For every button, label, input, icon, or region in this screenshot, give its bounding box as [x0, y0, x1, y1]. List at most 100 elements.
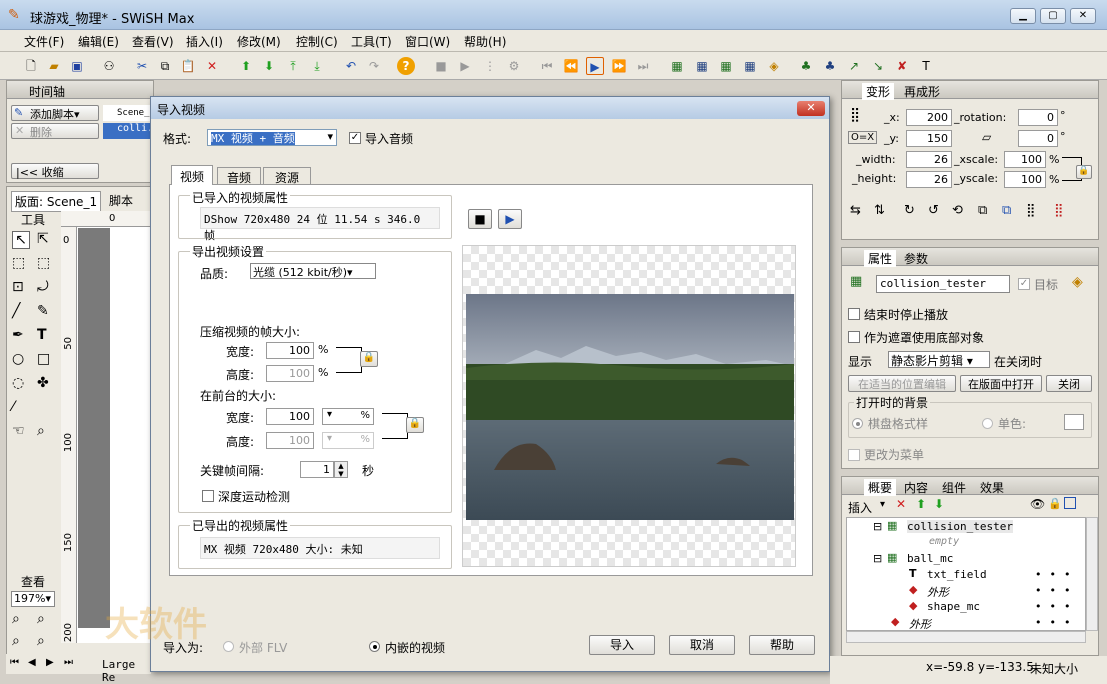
last-frame-icon[interactable]: ⏭: [634, 57, 652, 75]
add-script-button[interactable]: ✎ 添加脚本▾: [11, 105, 99, 121]
eyedropper-tool-icon[interactable]: ⁄: [12, 399, 14, 415]
solid-color-swatch[interactable]: [1064, 414, 1084, 430]
tab-video[interactable]: 视频: [171, 165, 213, 185]
preview-icon[interactable]: ⚇: [100, 57, 118, 75]
select-tool-icon[interactable]: ↖: [12, 231, 30, 249]
stop-icon[interactable]: ■: [432, 57, 450, 75]
first-frame-icon[interactable]: ⏮: [538, 57, 556, 75]
rotate-ccw-icon[interactable]: ↺: [928, 203, 939, 218]
collapse-button[interactable]: |<< 收缩: [11, 163, 99, 179]
fill-transform-icon[interactable]: ⬚: [12, 255, 25, 271]
rotation-input[interactable]: 0: [1018, 109, 1058, 126]
object-name-input[interactable]: collision_tester: [876, 275, 1010, 293]
tab-reshape[interactable]: 再成形: [904, 83, 940, 100]
export-icon[interactable]: ◈: [1072, 274, 1083, 290]
timeline-collision-row[interactable]: colli...: [103, 123, 165, 139]
copy-transform-icon[interactable]: ⧉: [978, 203, 987, 218]
tab-layout[interactable]: 版面: Scene_1: [11, 191, 102, 212]
yscale-input[interactable]: 100: [1004, 171, 1046, 188]
zoom-out-icon[interactable]: ⌕: [37, 611, 45, 627]
tree-item-collision-tester[interactable]: collision_tester: [907, 520, 1013, 533]
center-toggle-icon[interactable]: O=X: [848, 131, 878, 144]
play-preview-button[interactable]: ▶: [498, 209, 522, 229]
menu-view[interactable]: 查看(V): [132, 33, 174, 50]
flip-v-icon[interactable]: ⇅: [874, 203, 885, 218]
ellipse-tool-icon[interactable]: ○: [12, 351, 24, 367]
display-select[interactable]: 静态影片剪辑 ▾: [888, 351, 990, 368]
timeline-scene-row[interactable]: Scene_: [103, 105, 151, 121]
target-checkbox[interactable]: ✓: [1018, 278, 1030, 290]
delete-button[interactable]: ✕ 删除: [11, 123, 99, 139]
add-scene-icon[interactable]: ▦: [668, 57, 686, 75]
maximize-button[interactable]: ▢: [1040, 8, 1066, 24]
tree-item-shape-2[interactable]: 外形: [909, 616, 931, 632]
text-tool-icon[interactable]: T: [37, 327, 47, 343]
open-in-stage-button[interactable]: 在版面中打开: [960, 375, 1042, 392]
zoom-fit-icon[interactable]: ⌕: [37, 633, 45, 649]
lasso-tool-icon[interactable]: ◌: [12, 375, 24, 391]
embedded-video-radio[interactable]: [369, 641, 380, 652]
menu-modify[interactable]: 修改(M): [237, 33, 281, 50]
stage-width-unit-select[interactable]: ▾%: [322, 408, 374, 425]
help-icon[interactable]: ?: [397, 57, 415, 75]
play-timeline-icon[interactable]: ⋮: [481, 57, 499, 75]
reshape-tool-icon[interactable]: ⬚: [37, 255, 50, 271]
next-icon[interactable]: ▶: [46, 657, 54, 668]
visibility-eye-icon[interactable]: 👁: [1030, 497, 1045, 511]
add-button-icon[interactable]: ▦: [741, 57, 759, 75]
move-top-icon[interactable]: ⤒: [284, 57, 302, 75]
tab-script[interactable]: 脚本: [109, 192, 133, 209]
stop-at-end-checkbox[interactable]: [848, 308, 860, 320]
tab-properties[interactable]: 属性: [864, 250, 897, 267]
zoom-tool-icon[interactable]: ⌕: [37, 423, 45, 439]
tree-item-shape-mc[interactable]: shape_mc: [927, 600, 980, 613]
outline-box-icon[interactable]: [1064, 497, 1076, 509]
redo-icon[interactable]: ↷: [365, 57, 383, 75]
add-wait-icon[interactable]: ↘: [869, 57, 887, 75]
move-up-icon[interactable]: ⬆: [237, 57, 255, 75]
tree-expand-icon[interactable]: ⊟: [873, 520, 882, 533]
menu-tools[interactable]: 工具(T): [351, 33, 392, 50]
zoom-in-icon[interactable]: ⌕: [12, 611, 20, 627]
play-icon[interactable]: ▶: [456, 57, 474, 75]
deep-motion-checkbox[interactable]: [202, 490, 214, 502]
tab-outline[interactable]: 概要: [864, 479, 897, 496]
y-input[interactable]: 150: [906, 130, 952, 147]
menu-edit[interactable]: 编辑(E): [78, 33, 119, 50]
width-input[interactable]: 26: [906, 151, 952, 168]
test-icon[interactable]: ⚙: [505, 57, 523, 75]
change-to-menu-checkbox[interactable]: [848, 449, 860, 461]
comp-lock-button[interactable]: 🔒: [360, 351, 378, 367]
stage-height-unit-select[interactable]: ▾%: [322, 432, 374, 449]
comp-height-input[interactable]: 100: [266, 365, 314, 382]
external-flv-radio[interactable]: [223, 641, 234, 652]
pencil-tool-icon[interactable]: ✎: [37, 303, 49, 319]
rotate-cw-icon[interactable]: ↻: [904, 203, 915, 218]
add-effect-icon[interactable]: ♣: [797, 57, 815, 75]
close-button[interactable]: ✕: [1070, 8, 1096, 24]
tree-item-empty[interactable]: empty: [929, 536, 959, 547]
flip-h-icon[interactable]: ⇆: [850, 203, 861, 218]
bottom-tab-label[interactable]: Large Re: [102, 658, 151, 684]
tree-expand2-icon[interactable]: ⊟: [873, 552, 882, 565]
format-select[interactable]: MX 视频 + 音频 ▾: [207, 129, 337, 146]
open-folder-icon[interactable]: ▰: [45, 57, 63, 75]
comp-width-input[interactable]: 100: [266, 342, 314, 359]
menu-file[interactable]: 文件(F): [24, 33, 64, 50]
height-input[interactable]: 26: [906, 171, 952, 188]
xscale-input[interactable]: 100: [1004, 151, 1046, 168]
dialog-close-button[interactable]: ✕: [797, 101, 825, 116]
align-grid2-icon[interactable]: ⣿: [1054, 203, 1064, 218]
tree-item-shape[interactable]: 外形: [927, 584, 949, 600]
subselect-tool-icon[interactable]: ⇱: [37, 231, 49, 247]
quality-select[interactable]: 光缆 (512 kbit/秒)▾: [250, 263, 376, 279]
stage-height-input[interactable]: 100: [266, 432, 314, 449]
minimize-button[interactable]: ▁: [1010, 8, 1036, 24]
tree-item-ball-mc[interactable]: ball_mc: [907, 552, 953, 565]
move-bottom-icon[interactable]: ⤓: [308, 57, 326, 75]
tab-content[interactable]: 内容: [904, 479, 928, 496]
tab-resources[interactable]: 资源: [263, 167, 311, 185]
use-as-mask-checkbox[interactable]: [848, 331, 860, 343]
tab-transform[interactable]: 变形: [862, 83, 895, 100]
close-object-button[interactable]: 关闭: [1046, 375, 1092, 392]
